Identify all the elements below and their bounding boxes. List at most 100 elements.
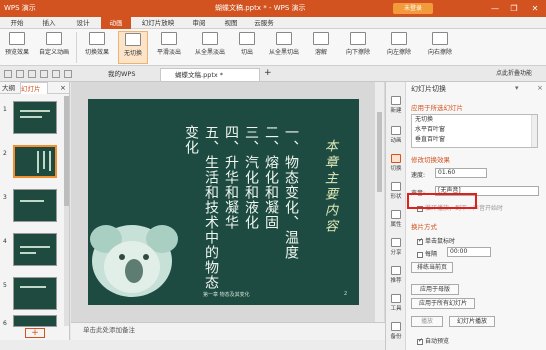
cut-button[interactable]: 切出 bbox=[233, 31, 261, 64]
apply-master-button[interactable]: 应用于母版 bbox=[411, 284, 459, 295]
slide-number: 4 bbox=[3, 238, 7, 245]
sidebar-item-backup[interactable]: 备份 bbox=[387, 322, 405, 340]
wipe-right-button[interactable]: 向右擦除 bbox=[421, 31, 459, 64]
notes-field[interactable]: 单击此处添加备注 bbox=[71, 322, 385, 340]
tab-cloud[interactable]: 云服务 bbox=[249, 17, 279, 29]
modify-section-label: 修改切换效果 bbox=[411, 156, 450, 164]
list-item[interactable]: 无切换 bbox=[412, 115, 537, 125]
pane-close-icon[interactable]: × bbox=[537, 84, 543, 92]
slide-line-2: 二、熔化和凝固 bbox=[263, 125, 279, 230]
every-time-input[interactable]: 00:00 bbox=[447, 247, 491, 257]
on-click-checkbox[interactable]: 单击鼠标时 bbox=[417, 236, 455, 245]
ribbon: 预览效果 自定义动画 切换效果 无切换 平滑淡出 从全黑淡出 切出 从全黑切出 … bbox=[0, 29, 546, 66]
pane-header: 幻灯片切换 bbox=[411, 85, 446, 93]
recommend-icon bbox=[391, 266, 401, 275]
close-icon[interactable]: ✕ bbox=[526, 0, 544, 17]
share-icon bbox=[391, 238, 401, 247]
sidebar-item-new[interactable]: 新建 bbox=[387, 96, 405, 114]
sidebar-item-share[interactable]: 分享 bbox=[387, 238, 405, 256]
open-doc-icon[interactable] bbox=[16, 70, 24, 78]
tools-icon bbox=[391, 294, 401, 303]
no-transition-button[interactable]: 无切换 bbox=[118, 31, 148, 64]
slideshow-button[interactable]: 幻灯片播放 bbox=[449, 316, 495, 327]
wipe-left-button[interactable]: 向左擦除 bbox=[380, 31, 418, 64]
slide-thumbnail-6[interactable] bbox=[13, 315, 57, 327]
cut-from-black-button[interactable]: 从全黑切出 bbox=[264, 31, 304, 64]
sidebar-item-properties[interactable]: 属性 bbox=[387, 210, 405, 228]
list-item[interactable]: 水平百叶窗 bbox=[412, 125, 537, 135]
save-icon[interactable] bbox=[28, 70, 36, 78]
collapse-ribbon-link[interactable]: 点此折叠功能 bbox=[496, 68, 532, 80]
sidebar-item-transition[interactable]: 切换 bbox=[387, 154, 405, 172]
tab-review[interactable]: 审阅 bbox=[186, 17, 212, 29]
apply-all-button[interactable]: 应用于所有幻灯片 bbox=[411, 298, 475, 309]
tab-current-document[interactable]: 蝴蝶文稿.pptx * bbox=[160, 68, 260, 81]
custom-animation-button[interactable]: 自定义动画 bbox=[35, 31, 73, 64]
add-slide-button[interactable]: + bbox=[25, 328, 45, 338]
scrollbar-thumb[interactable] bbox=[64, 96, 69, 206]
print-icon[interactable] bbox=[40, 70, 48, 78]
list-scrollbar[interactable] bbox=[531, 115, 537, 147]
sidebar-item-shape[interactable]: 形状 bbox=[387, 182, 405, 200]
rehearse-button[interactable]: 排练当前页 bbox=[411, 262, 453, 273]
apply-section-label: 应用于所选幻灯片 bbox=[411, 104, 463, 112]
animation-icon bbox=[391, 126, 401, 135]
tab-my-wps[interactable]: 我的WPS bbox=[94, 68, 158, 81]
preview-icon bbox=[9, 32, 25, 45]
properties-icon bbox=[391, 210, 401, 219]
wipe-left-icon bbox=[391, 32, 407, 45]
login-button[interactable]: 未登录 bbox=[393, 3, 433, 14]
canvas-scrollbar[interactable] bbox=[375, 82, 384, 322]
sidebar-item-animation[interactable]: 动画 bbox=[387, 126, 405, 144]
sidebar-item-tools[interactable]: 工具 bbox=[387, 294, 405, 312]
transition-icon bbox=[89, 32, 105, 45]
wipe-down-button[interactable]: 向下擦除 bbox=[339, 31, 377, 64]
slide-thumbnail-2[interactable] bbox=[13, 145, 57, 178]
close-panel-icon[interactable]: × bbox=[60, 82, 66, 94]
scrollbar-thumb[interactable] bbox=[377, 112, 382, 192]
speed-input[interactable]: 01.60 bbox=[435, 168, 487, 178]
slide-number: 3 bbox=[3, 194, 7, 201]
slide-thumbnail-5[interactable] bbox=[13, 277, 57, 310]
every-checkbox[interactable]: 每隔 bbox=[417, 249, 437, 258]
transition-effect-button[interactable]: 切换效果 bbox=[79, 31, 115, 64]
slide-number: 1 bbox=[3, 106, 7, 113]
title-bar: WPS 演示 蝴蝶文稿.pptx * - WPS 演示 未登录 — ❐ ✕ bbox=[0, 0, 546, 17]
status-bar bbox=[0, 340, 385, 350]
fade-from-black-button[interactable]: 从全黑淡出 bbox=[190, 31, 230, 64]
slide-thumbnail-4[interactable] bbox=[13, 233, 57, 266]
slide-thumbnail-3[interactable] bbox=[13, 189, 57, 222]
sidebar-item-recommend[interactable]: 推荐 bbox=[387, 266, 405, 284]
minimize-icon[interactable]: — bbox=[486, 0, 504, 17]
preview-effect-button[interactable]: 预览效果 bbox=[2, 31, 32, 64]
smooth-fade-button[interactable]: 平滑淡出 bbox=[151, 31, 187, 64]
new-doc-icon[interactable] bbox=[4, 70, 12, 78]
transition-list[interactable]: 无切换 水平百叶窗 垂直百叶窗 bbox=[411, 114, 538, 148]
current-slide[interactable]: 一、物态变化、温度 二、熔化和凝固 三、汽化和液化 四、升华和凝华 五、生活和技… bbox=[88, 99, 359, 305]
play-button[interactable]: 播放 bbox=[411, 316, 443, 327]
tab-animation[interactable]: 动画 bbox=[101, 17, 131, 29]
tab-slides[interactable]: 幻灯片 bbox=[20, 82, 48, 94]
slide-number: 5 bbox=[3, 282, 7, 289]
new-icon bbox=[391, 96, 401, 105]
app-menu-button[interactable]: WPS 演示 bbox=[0, 0, 56, 17]
tab-home[interactable]: 开始 bbox=[2, 17, 32, 29]
tab-insert[interactable]: 插入 bbox=[36, 17, 62, 29]
maximize-icon[interactable]: ❐ bbox=[505, 0, 523, 17]
add-tab-icon[interactable]: + bbox=[264, 68, 272, 79]
slide-line-6: 变化 bbox=[183, 125, 199, 155]
dissolve-button[interactable]: 溶解 bbox=[307, 31, 335, 64]
redo-icon[interactable] bbox=[64, 70, 72, 78]
tab-view[interactable]: 视图 bbox=[218, 17, 244, 29]
fade-icon bbox=[161, 32, 177, 45]
slides-scrollbar[interactable] bbox=[64, 96, 69, 326]
tab-slideshow[interactable]: 幻灯片放映 bbox=[137, 17, 179, 29]
slide-thumbnail-1[interactable] bbox=[13, 101, 57, 134]
tab-design[interactable]: 设计 bbox=[70, 17, 96, 29]
pane-pin-icon[interactable]: ▾ bbox=[515, 84, 519, 92]
undo-icon[interactable] bbox=[52, 70, 60, 78]
list-item[interactable]: 垂直百叶窗 bbox=[412, 135, 537, 145]
tab-outline[interactable]: 大纲 bbox=[2, 82, 20, 94]
koala-image bbox=[90, 225, 178, 297]
autopreview-checkbox[interactable]: 自动预览 bbox=[417, 336, 449, 345]
